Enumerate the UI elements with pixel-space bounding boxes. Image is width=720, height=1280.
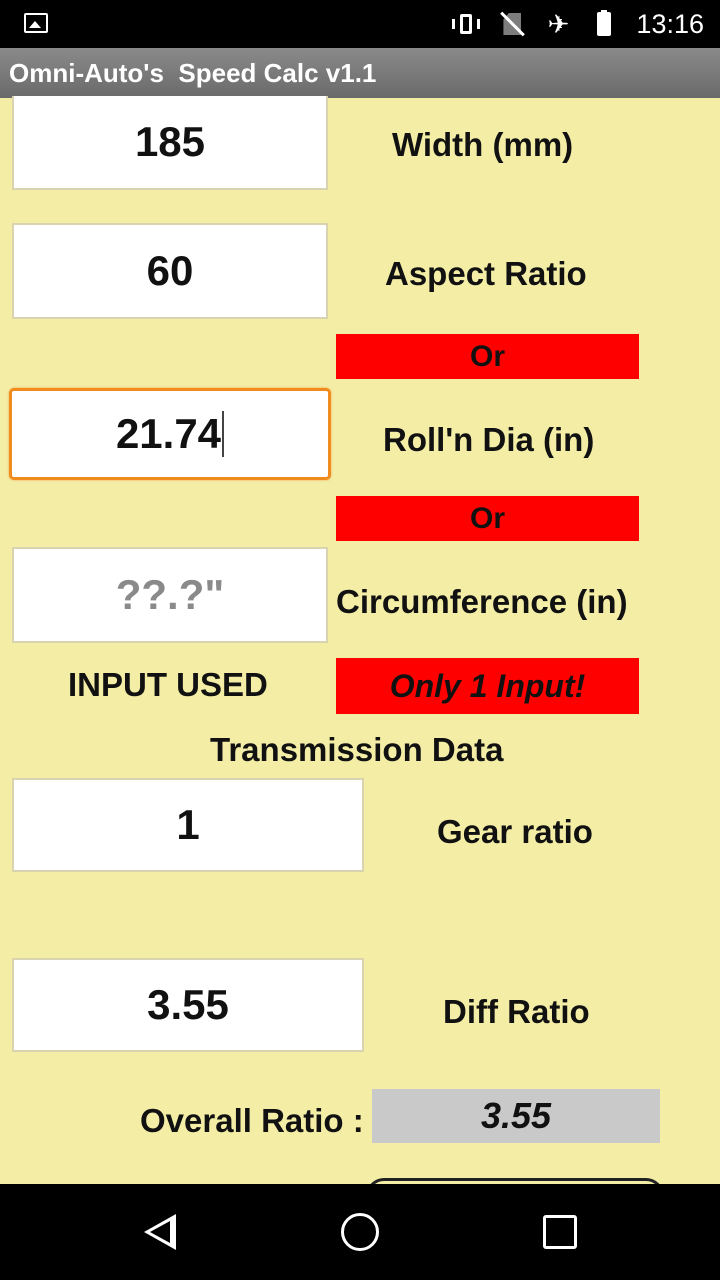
app-title-bar: Omni-Auto's Speed Calc v1.1 — [0, 48, 720, 98]
gear-ratio-label: Gear ratio — [437, 813, 593, 850]
aspect-ratio-input-value: 60 — [146, 247, 194, 294]
diff-ratio-input[interactable]: 3.55 — [12, 958, 364, 1052]
no-sim-icon — [498, 10, 526, 38]
home-icon[interactable] — [341, 1213, 379, 1251]
diff-ratio-input-value: 3.55 — [147, 981, 229, 1028]
vibrate-icon — [452, 10, 481, 38]
recent-apps-icon[interactable] — [543, 1215, 577, 1249]
gear-ratio-input-value: 1 — [176, 801, 200, 848]
circumference-placeholder: ??.?" — [115, 571, 225, 618]
gear-ratio-input[interactable]: 1 — [12, 778, 364, 872]
rolling-diameter-input-value: 21.74 — [115, 410, 222, 457]
status-clock: 13:16 — [636, 8, 704, 39]
status-icons: ✈ 13:16 — [452, 0, 704, 48]
battery-icon — [590, 10, 618, 38]
text-cursor — [222, 411, 225, 457]
overall-ratio-label: Overall Ratio : — [140, 1102, 364, 1139]
rolling-diameter-label: Roll'n Dia (in) — [383, 421, 595, 458]
width-label: Width (mm) — [392, 126, 574, 163]
diff-ratio-label: Diff Ratio — [443, 993, 590, 1030]
width-input[interactable]: 185 — [12, 96, 328, 190]
or-separator-1: Or — [336, 334, 639, 379]
airplane-mode-icon: ✈ — [547, 9, 570, 39]
width-input-value: 185 — [134, 118, 206, 165]
overall-ratio-value: 3.55 — [372, 1089, 660, 1143]
circumference-input[interactable]: ??.?" — [12, 547, 328, 643]
image-notification-icon — [24, 13, 48, 33]
transmission-heading: Transmission Data — [210, 731, 504, 768]
aspect-ratio-input[interactable]: 60 — [12, 223, 328, 319]
back-icon[interactable] — [144, 1214, 176, 1250]
status-bar: ✈ 13:16 — [0, 0, 720, 48]
rolling-diameter-input[interactable]: 21.74 — [9, 388, 331, 480]
aspect-ratio-label: Aspect Ratio — [385, 255, 587, 292]
input-used-label: INPUT USED — [68, 666, 268, 703]
or-separator-2: Or — [336, 496, 639, 541]
circumference-label: Circumference (in) — [336, 583, 628, 620]
input-used-status: Only 1 Input! — [336, 658, 639, 714]
